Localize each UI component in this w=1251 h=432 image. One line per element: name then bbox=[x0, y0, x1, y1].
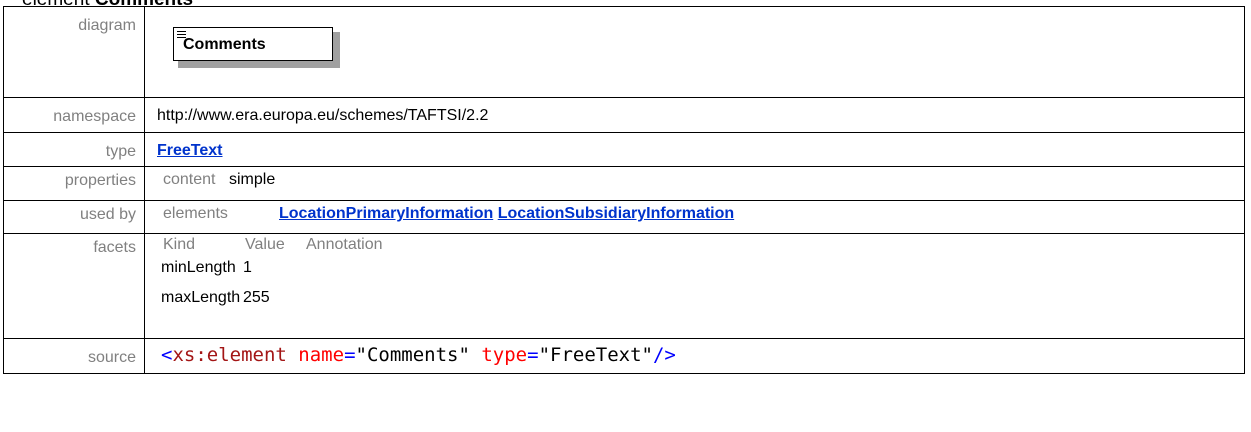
element-lines-icon bbox=[177, 31, 186, 39]
facet-kind: minLength bbox=[161, 259, 236, 276]
label-properties: properties bbox=[3, 166, 145, 201]
row-namespace: namespace http://www.era.europa.eu/schem… bbox=[3, 97, 1245, 133]
facets-header-annotation: Annotation bbox=[306, 236, 383, 253]
element-doc-table: diagram Comments namespace http://www.er… bbox=[3, 6, 1245, 374]
used-by-link[interactable]: LocationSubsidiaryInformation bbox=[498, 205, 734, 222]
row-properties: properties content simple bbox=[3, 166, 1245, 201]
label-used-by: used by bbox=[3, 200, 145, 234]
source-tag: xs:element bbox=[172, 344, 287, 366]
properties-key: content bbox=[163, 171, 216, 188]
source-attr-value: "Comments" bbox=[355, 344, 470, 366]
row-source: source <xs:element name="Comments" type=… bbox=[3, 338, 1245, 374]
facet-value: 1 bbox=[243, 259, 252, 276]
facet-row: minLength 1 bbox=[157, 253, 1244, 283]
row-facets: facets Kind Value Annotation minLength 1 ma… bbox=[3, 233, 1245, 339]
used-by-link[interactable]: LocationPrimaryInformation bbox=[279, 205, 493, 222]
source-eq: = bbox=[344, 344, 356, 366]
source-cell: <xs:element name="Comments" type="FreeTe… bbox=[144, 338, 1245, 374]
label-source: source bbox=[3, 338, 145, 374]
namespace-cell: http://www.era.europa.eu/schemes/TAFTSI/… bbox=[144, 97, 1245, 133]
type-cell: FreeText bbox=[144, 132, 1245, 167]
source-attr-name: type bbox=[481, 344, 528, 366]
facet-value: 255 bbox=[243, 289, 270, 306]
namespace-value: http://www.era.europa.eu/schemes/TAFTSI/… bbox=[157, 107, 489, 124]
row-diagram: diagram Comments bbox=[3, 6, 1245, 98]
facets-header-kind: Kind bbox=[163, 236, 196, 253]
facet-kind: maxLength bbox=[161, 289, 241, 306]
source-code: <xs:element name="Comments" type="FreeTe… bbox=[157, 339, 1244, 372]
diagram-element-box[interactable]: Comments bbox=[173, 27, 333, 61]
source-close: /> bbox=[652, 344, 676, 366]
facets-cell: Kind Value Annotation minLength 1 maxLength… bbox=[144, 233, 1245, 339]
source-eq: = bbox=[527, 344, 539, 366]
used-by-key: elements bbox=[163, 205, 228, 222]
facets-header: Kind Value Annotation bbox=[157, 234, 1244, 253]
type-link[interactable]: FreeText bbox=[157, 142, 223, 159]
label-diagram: diagram bbox=[3, 6, 145, 98]
label-namespace: namespace bbox=[3, 97, 145, 133]
source-attr-value: "FreeText" bbox=[538, 344, 653, 366]
properties-cell: content simple bbox=[144, 166, 1245, 201]
properties-value: simple bbox=[229, 171, 276, 188]
source-open-bracket: < bbox=[161, 344, 173, 366]
source-attr-name: name bbox=[298, 344, 345, 366]
element-diagram[interactable]: Comments bbox=[173, 27, 343, 69]
row-used-by: used by elements LocationPrimaryInformati… bbox=[3, 200, 1245, 234]
diagram-element-name: Comments bbox=[183, 36, 266, 53]
row-type: type FreeText bbox=[3, 132, 1245, 167]
diagram-cell: Comments bbox=[144, 6, 1245, 98]
used-by-cell: elements LocationPrimaryInformation Locat… bbox=[144, 200, 1245, 234]
label-type: type bbox=[3, 132, 145, 167]
facet-row: maxLength 255 bbox=[157, 283, 1244, 313]
facets-header-value: Value bbox=[245, 236, 285, 253]
label-facets: facets bbox=[3, 233, 145, 339]
